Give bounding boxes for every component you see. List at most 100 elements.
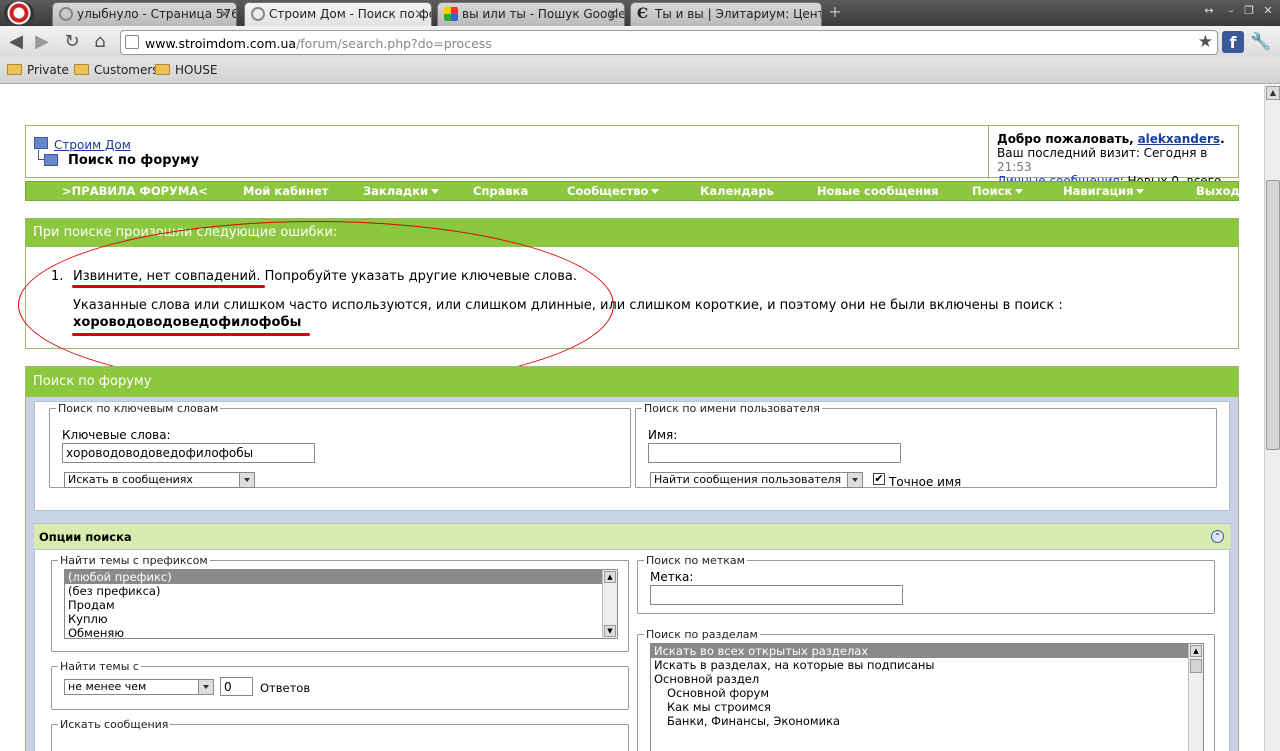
nav-new-posts[interactable]: Новые сообщения [817, 184, 939, 198]
keywords-scope-select[interactable]: Искать в сообщениях [64, 472, 255, 488]
bookmark-star-icon[interactable]: ★ [1198, 32, 1213, 52]
list-item[interactable]: (любой префикс) [65, 570, 617, 584]
chevron-down-icon [1136, 189, 1145, 194]
last-visit-time: 21:53 [997, 160, 1032, 174]
scroll-up-icon[interactable]: ▲ [1190, 645, 1202, 657]
nav-logout[interactable]: Выход [1196, 184, 1240, 198]
tab-title: Строим Дом - Поиск по фо [269, 7, 432, 21]
page-viewport: Строим Дом Поиск по форуму Добро пожалов… [0, 85, 1264, 751]
keywords-input[interactable] [62, 443, 315, 463]
forum-home-icon [34, 137, 48, 149]
close-icon[interactable]: × [607, 7, 618, 22]
nav-my-cabinet[interactable]: Мой кабинет [243, 184, 328, 198]
prefix-legend: Найти темы с префиксом [60, 554, 208, 567]
close-icon[interactable]: × [219, 7, 230, 22]
tags-legend: Поиск по меткам [646, 554, 745, 567]
home-icon[interactable]: ⌂ [89, 31, 111, 53]
browser-menu-icon[interactable] [4, 1, 34, 25]
maximize-icon[interactable]: ❐ [1240, 3, 1258, 19]
sections-listbox[interactable]: Искать во всех открытых разделах Искать … [650, 643, 1204, 751]
restore-size-icon[interactable]: ↔ [1200, 3, 1218, 19]
chevron-down-icon [847, 473, 862, 487]
replies-count-input[interactable] [220, 677, 253, 696]
nav-forum-rules[interactable]: >ПРАВИЛА ФОРУМА< [62, 184, 208, 198]
folder-icon [74, 64, 89, 75]
facebook-extension-icon[interactable]: f [1222, 31, 1244, 53]
breadcrumb-home-link[interactable]: Строим Дом [54, 138, 131, 152]
keywords-label: Ключевые слова: [62, 428, 171, 442]
globe-icon [59, 7, 73, 21]
exact-name-checkbox[interactable]: ✔ [873, 473, 885, 485]
scroll-up-icon[interactable]: ▲ [1266, 86, 1280, 100]
listbox-scrollbar[interactable]: ▲ ▼ [602, 570, 617, 638]
tag-input[interactable] [650, 585, 903, 605]
tab-4[interactable]: Є Ты и вы | Элитариум: Цент [630, 2, 822, 26]
bookmark-folder-private[interactable]: Private [7, 63, 69, 77]
sections-legend: Поиск по разделам [646, 628, 758, 641]
tab-3[interactable]: вы или ты - Пошук Google × [437, 2, 625, 26]
replies-mode-select[interactable]: не менее чем [64, 679, 214, 695]
listbox-scrollbar[interactable]: ▲ [1188, 644, 1203, 751]
replies-label: Ответов [260, 681, 311, 695]
breadcrumb: Строим Дом Поиск по форуму Добро пожалов… [25, 125, 1239, 202]
nav-community[interactable]: Сообщество [567, 184, 660, 198]
list-item[interactable]: (без префикса) [65, 584, 617, 598]
list-item[interactable]: Искать во всех открытых разделах [651, 644, 1203, 658]
minimize-icon[interactable]: – [1222, 3, 1240, 19]
nav-calendar[interactable]: Календарь [700, 184, 774, 198]
nav-help[interactable]: Справка [473, 184, 528, 198]
list-item[interactable]: Банки, Финансы, Экономика [651, 714, 1203, 728]
scrollbar-thumb[interactable] [1266, 180, 1280, 450]
list-item[interactable]: Куплю [65, 612, 617, 626]
tab-title: улыбнуло - Страница 576 - [77, 7, 237, 21]
tab-1[interactable]: улыбнуло - Страница 576 - × [52, 2, 237, 26]
list-item[interactable]: Продам [65, 598, 617, 612]
list-item[interactable]: Как мы строимся [651, 700, 1203, 714]
close-icon[interactable]: × [414, 7, 425, 22]
list-item[interactable]: Основной форум [651, 686, 1203, 700]
user-name-label: Имя: [648, 428, 678, 442]
search-options-header[interactable]: Опции поиска ⌃ [34, 523, 1230, 549]
user-scope-select[interactable]: Найти сообщения пользователя [650, 472, 863, 488]
tab-title: вы или ты - Пошук Google [462, 7, 625, 21]
search-options-panel: Найти темы с префиксом (любой префикс) (… [34, 549, 1230, 751]
nav-navigation[interactable]: Навигация [1063, 184, 1145, 198]
find-posts-legend: Искать сообщения [60, 718, 169, 731]
username-link[interactable]: alekxanders [1138, 132, 1221, 146]
scroll-down-icon[interactable]: ▼ [604, 625, 616, 637]
last-visit-label: Ваш последний визит: Сегодня в [997, 146, 1208, 160]
forum-navbar: >ПРАВИЛА ФОРУМА< Мой кабинет Закладки Сп… [25, 181, 1240, 201]
search-main-panel: Поиск по ключевым словам Ключевые слова:… [34, 401, 1230, 511]
keyword-search-legend: Поиск по ключевым словам [58, 402, 219, 415]
nav-search[interactable]: Поиск [972, 184, 1024, 198]
new-tab-button[interactable]: + [826, 4, 844, 21]
user-search-fieldset: Поиск по имени пользователя Имя: Найти с… [635, 402, 1217, 489]
list-item[interactable]: Обменяю [65, 626, 617, 638]
reload-icon[interactable]: ↻ [61, 31, 83, 53]
address-bar[interactable]: www.stroimdom.com.ua/forum/search.php?do… [120, 30, 1218, 55]
list-item[interactable]: Основной раздел [651, 672, 1203, 686]
close-window-icon[interactable]: ✕ [1259, 3, 1277, 19]
scrollbar-thumb[interactable] [1190, 659, 1202, 673]
page-scrollbar[interactable]: ▲ [1264, 85, 1280, 751]
wrench-icon[interactable]: 🔧 [1250, 32, 1271, 52]
nav-bookmarks[interactable]: Закладки [363, 184, 440, 198]
list-item[interactable]: Искать в разделах, на которые вы подписа… [651, 658, 1203, 672]
user-name-input[interactable] [648, 443, 901, 463]
forward-icon[interactable]: ▶ [31, 31, 53, 53]
user-search-legend: Поиск по имени пользователя [644, 402, 820, 415]
page-title: Поиск по форуму [68, 153, 200, 168]
prefix-listbox[interactable]: (любой префикс) (без префикса) Продам Ку… [64, 569, 618, 639]
bookmark-folder-house[interactable]: HOUSE [155, 63, 217, 77]
folder-icon [155, 64, 170, 75]
scroll-up-icon[interactable]: ▲ [604, 571, 616, 583]
url-text[interactable]: www.stroimdom.com.ua/forum/search.php?do… [145, 36, 492, 51]
bookmarks-bar: Private Customers HOUSE [0, 58, 1280, 84]
back-icon[interactable]: ◀ [5, 31, 27, 53]
bookmark-folder-customers[interactable]: Customers [74, 63, 159, 77]
browser-tab-bar: улыбнуло - Страница 576 - × Строим Дом -… [0, 0, 1280, 26]
collapse-icon[interactable]: ⌃ [1211, 530, 1224, 543]
google-icon [444, 7, 458, 21]
prefix-fieldset: Найти темы с префиксом (любой префикс) (… [51, 554, 629, 652]
tab-2[interactable]: Строим Дом - Поиск по фо × [244, 2, 432, 26]
